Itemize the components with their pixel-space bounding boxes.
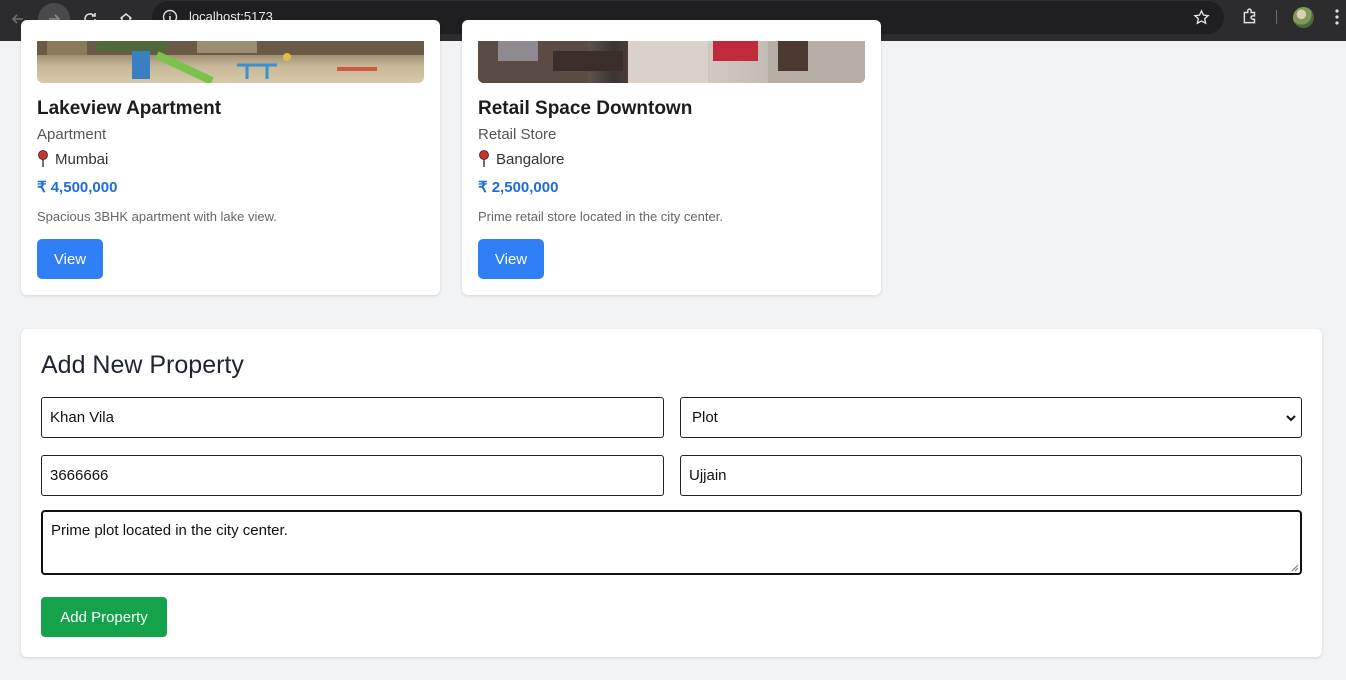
property-name-value: Khan Vila bbox=[50, 409, 114, 426]
view-button[interactable]: View bbox=[37, 239, 103, 279]
property-description: Prime retail store located in the city c… bbox=[478, 209, 723, 224]
form-title: Add New Property bbox=[41, 351, 244, 379]
property-image bbox=[478, 41, 865, 83]
property-type-value: Plot bbox=[692, 409, 718, 426]
pushpin-icon bbox=[38, 150, 48, 167]
profile-avatar[interactable] bbox=[1293, 7, 1314, 28]
add-property-button[interactable]: Add Property bbox=[41, 597, 167, 637]
property-card: Retail Space Downtown Retail Store Banga… bbox=[462, 20, 881, 295]
extensions-icon[interactable] bbox=[1241, 8, 1259, 26]
pushpin-icon bbox=[479, 150, 489, 167]
property-type-select[interactable]: Plot bbox=[680, 397, 1302, 438]
toolbar-divider bbox=[1276, 10, 1277, 24]
property-location-text: Bangalore bbox=[496, 150, 565, 168]
property-location-input[interactable]: Ujjain bbox=[680, 455, 1302, 496]
property-name-input[interactable]: Khan Vila bbox=[41, 397, 664, 438]
view-button[interactable]: View bbox=[478, 239, 544, 279]
property-card: Lakeview Apartment Apartment Mumbai ₹ 4,… bbox=[21, 20, 440, 295]
interior-illustration bbox=[478, 41, 865, 83]
property-location-text: Mumbai bbox=[55, 150, 109, 168]
playground-illustration bbox=[37, 41, 424, 83]
property-location: Mumbai bbox=[37, 150, 108, 168]
property-location-value: Ujjain bbox=[689, 467, 727, 484]
property-title: Retail Space Downtown bbox=[478, 98, 693, 119]
property-description-textarea[interactable]: Prime plot located in the city center. bbox=[41, 510, 1302, 575]
property-location: Bangalore bbox=[478, 150, 564, 168]
property-description-value: Prime plot located in the city center. bbox=[51, 522, 288, 539]
property-price: ₹ 2,500,000 bbox=[478, 179, 559, 196]
more-menu-icon[interactable] bbox=[1334, 8, 1340, 26]
property-price-input[interactable]: 3666666 bbox=[41, 455, 664, 496]
chevron-down-icon bbox=[1286, 415, 1296, 422]
property-price-value: 3666666 bbox=[50, 467, 109, 484]
resize-grip-icon[interactable] bbox=[1290, 563, 1299, 572]
property-type: Retail Store bbox=[478, 126, 557, 143]
property-type: Apartment bbox=[37, 126, 107, 143]
bookmark-star-icon[interactable] bbox=[1193, 9, 1210, 26]
add-property-form: Add New Property Khan Vila Plot 3666666 … bbox=[21, 329, 1322, 657]
property-image bbox=[37, 41, 424, 83]
property-price: ₹ 4,500,000 bbox=[37, 179, 118, 196]
property-title: Lakeview Apartment bbox=[37, 98, 222, 119]
property-description: Spacious 3BHK apartment with lake view. bbox=[37, 209, 277, 224]
